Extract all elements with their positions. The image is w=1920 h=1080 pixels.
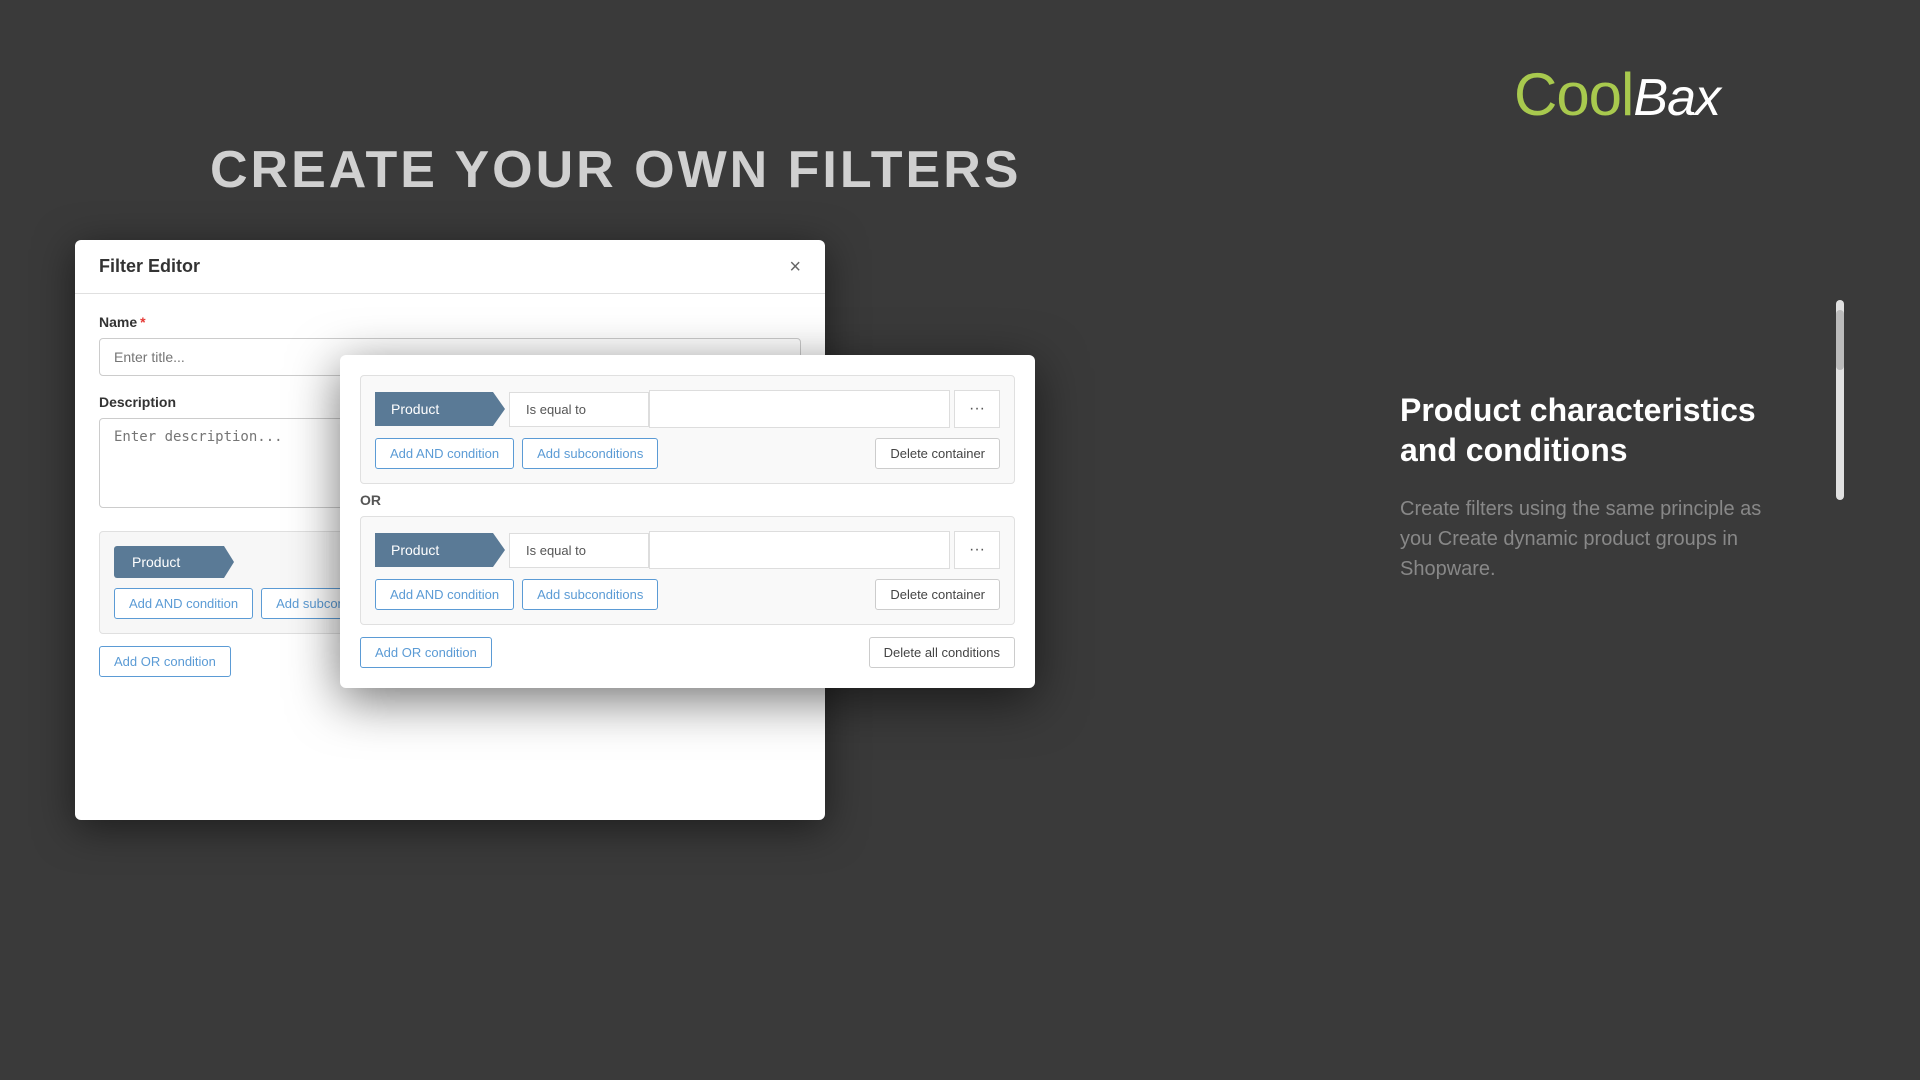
fg-condition-row-2: Product Is equal to ··· xyxy=(375,531,1000,569)
fg-more-button-2[interactable]: ··· xyxy=(954,531,1000,569)
page-title: CREATE YOUR OWN FILTERS xyxy=(210,140,1021,200)
bg-add-or-button[interactable]: Add OR condition xyxy=(99,646,231,677)
right-desc-title: Product characteristics and conditions xyxy=(1400,390,1780,470)
fg-delete-all-button[interactable]: Delete all conditions xyxy=(869,637,1015,668)
or-separator-label: OR xyxy=(360,492,1015,508)
brand-cool: Cool xyxy=(1514,61,1633,128)
dialog-header: Filter Editor × xyxy=(75,240,825,294)
fg-condition-container-1: Product Is equal to ··· Add AND conditio… xyxy=(360,375,1015,484)
brand-logo: CoolBax xyxy=(1514,60,1720,129)
fg-value-area-2[interactable] xyxy=(649,531,950,569)
fg-value-area-1[interactable] xyxy=(649,390,950,428)
right-desc-body: Create filters using the same principle … xyxy=(1400,494,1780,584)
fg-equal-tag-1: Is equal to xyxy=(509,392,649,427)
fg-condition-container-2: Product Is equal to ··· Add AND conditio… xyxy=(360,516,1015,625)
fg-product-tag-1: Product xyxy=(375,392,505,426)
fg-add-subconditions-button-1[interactable]: Add subconditions xyxy=(522,438,658,469)
fg-more-button-1[interactable]: ··· xyxy=(954,390,1000,428)
fg-add-and-button-1[interactable]: Add AND condition xyxy=(375,438,514,469)
fg-equal-tag-2: Is equal to xyxy=(509,533,649,568)
right-description-panel: Product characteristics and conditions C… xyxy=(1400,390,1780,584)
fg-add-and-button-2[interactable]: Add AND condition xyxy=(375,579,514,610)
fg-btn-row-1: Add AND condition Add subconditions Dele… xyxy=(375,438,1000,469)
filter-editor-dialog-foreground: Product Is equal to ··· Add AND conditio… xyxy=(340,355,1035,688)
scroll-thumb[interactable] xyxy=(1836,310,1844,370)
brand-bax: Bax xyxy=(1633,69,1720,127)
dialog-title-label: Filter Editor xyxy=(99,256,200,277)
close-button[interactable]: × xyxy=(789,257,801,277)
fg-product-tag-2: Product xyxy=(375,533,505,567)
fg-delete-container-button-1[interactable]: Delete container xyxy=(875,438,1000,469)
fg-condition-row-1: Product Is equal to ··· xyxy=(375,390,1000,428)
fg-add-subconditions-button-2[interactable]: Add subconditions xyxy=(522,579,658,610)
fg-add-or-button[interactable]: Add OR condition xyxy=(360,637,492,668)
bg-add-and-button[interactable]: Add AND condition xyxy=(114,588,253,619)
fg-delete-container-button-2[interactable]: Delete container xyxy=(875,579,1000,610)
bg-product-tag: Product xyxy=(114,546,234,578)
fg-btn-row-2: Add AND condition Add subconditions Dele… xyxy=(375,579,1000,610)
fg-bottom-row: Add OR condition Delete all conditions xyxy=(360,637,1015,668)
name-field-label: Name* xyxy=(99,314,801,330)
scroll-bar[interactable] xyxy=(1836,300,1844,500)
